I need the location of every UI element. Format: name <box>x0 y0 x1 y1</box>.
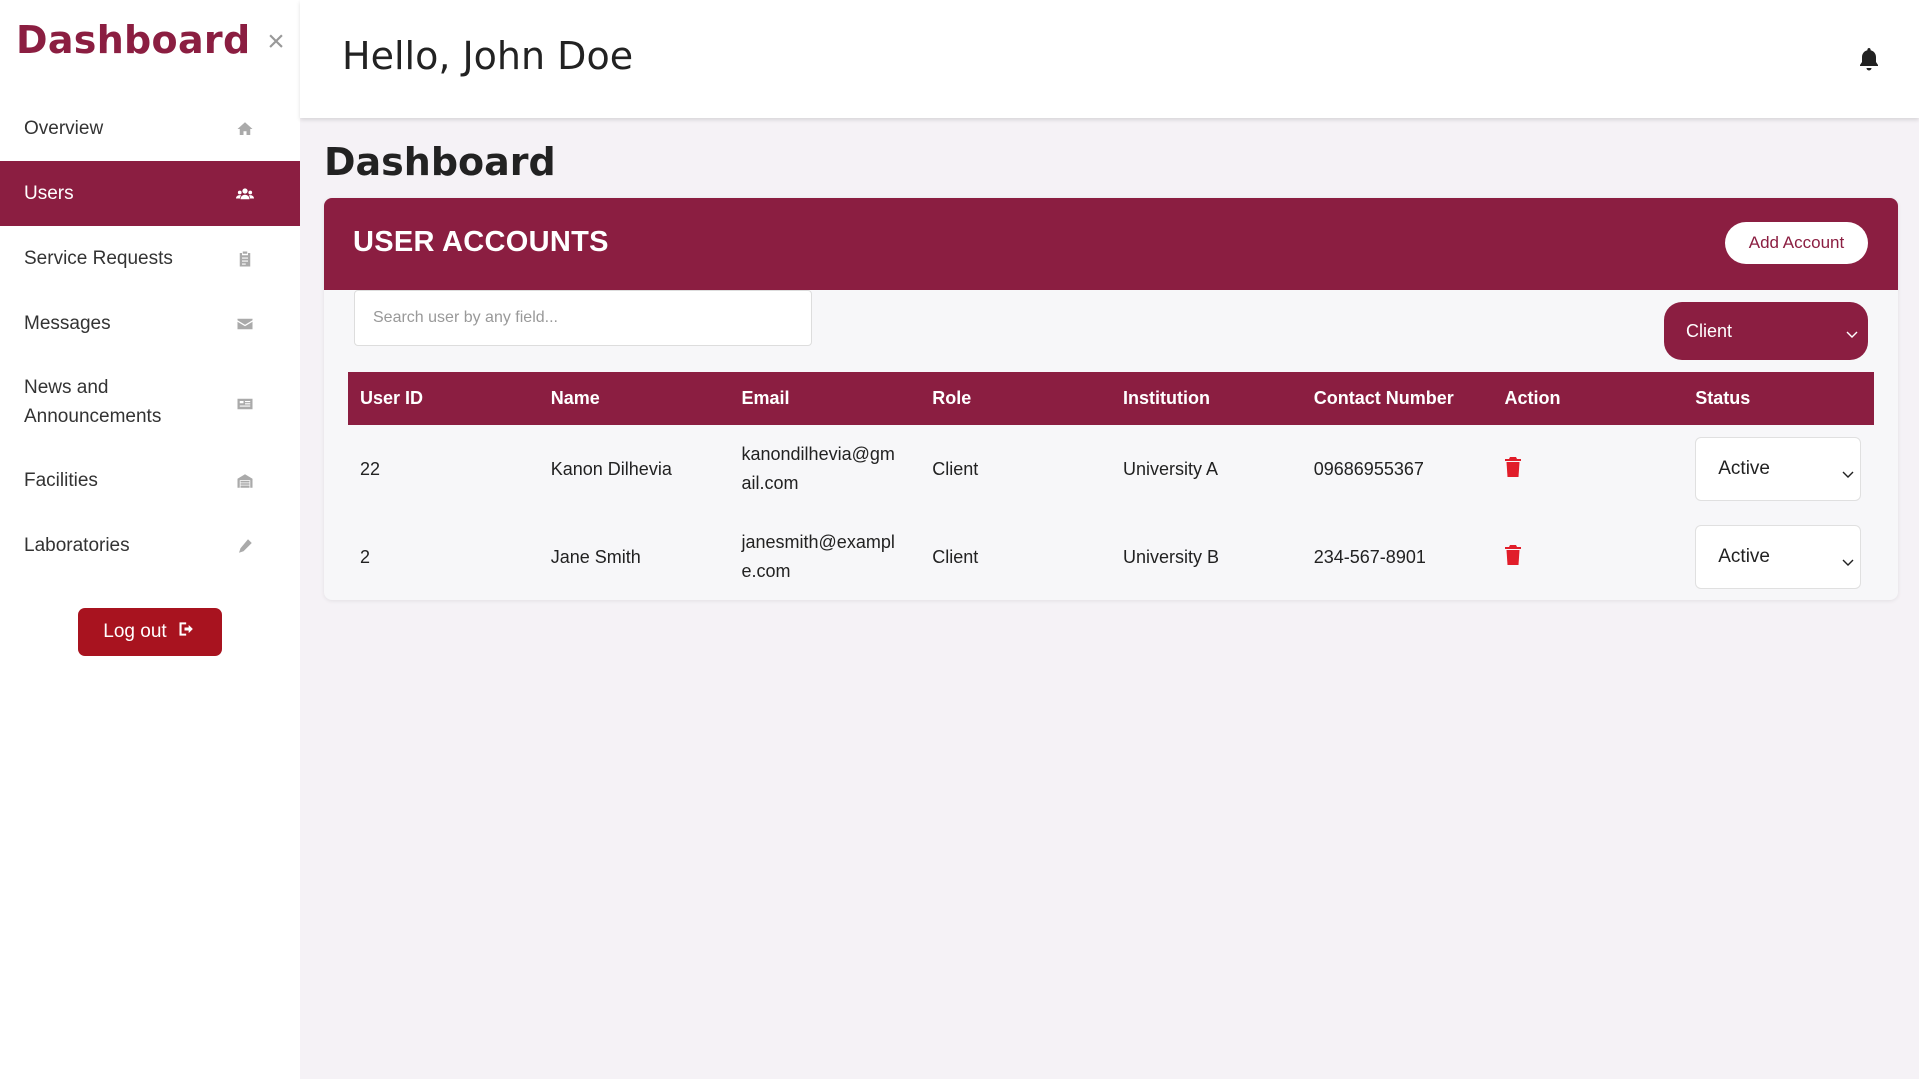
sidebar-item-service-requests[interactable]: Service Requests <box>0 226 300 291</box>
users-table: User ID Name Email Role Institution Cont… <box>348 372 1874 600</box>
status-value: Active <box>1718 546 1770 567</box>
envelope-icon <box>236 315 254 333</box>
pen-icon <box>236 537 254 555</box>
column-header: Status <box>1695 388 1751 408</box>
logout-button[interactable]: Log out <box>78 608 222 656</box>
clipboard-icon <box>236 250 254 268</box>
table-row: 2 Jane Smith janesmith@exampl e.com Clie… <box>348 513 1874 600</box>
column-header: Contact Number <box>1313 388 1454 408</box>
sidebar-item-messages[interactable]: Messages <box>0 291 300 356</box>
bell-icon[interactable] <box>1857 46 1881 72</box>
sidebar-item-label: Facilities <box>24 469 98 491</box>
users-icon <box>236 185 254 203</box>
page-title: Dashboard <box>324 140 556 184</box>
warehouse-icon <box>236 472 254 490</box>
action-cell <box>1493 544 1684 570</box>
user-id-cell: 22 <box>360 458 381 479</box>
user-id-cell: 2 <box>360 546 371 567</box>
sidebar: Dashboard × Overview Users Service Reque… <box>0 0 300 1079</box>
institution-cell: University A <box>1123 458 1219 479</box>
role-cell: Client <box>932 458 979 479</box>
add-account-button[interactable]: Add Account <box>1725 222 1868 264</box>
top-bar: Hello, John Doe <box>300 0 1919 118</box>
user-accounts-card: USER ACCOUNTS Add Account Search user by… <box>324 198 1898 600</box>
sidebar-item-facilities[interactable]: Facilities <box>0 448 300 513</box>
column-header: Institution <box>1123 388 1210 408</box>
column-header: Role <box>932 388 972 408</box>
newspaper-icon <box>236 393 254 411</box>
sidebar-item-label: Users <box>24 182 74 204</box>
sidebar-item-overview[interactable]: Overview <box>0 96 300 161</box>
card-header: USER ACCOUNTS Add Account <box>324 198 1898 290</box>
search-input[interactable]: Search user by any field... <box>354 290 812 346</box>
status-value: Active <box>1718 458 1770 479</box>
card-title: USER ACCOUNTS <box>353 226 609 258</box>
name-cell: Jane Smith <box>550 546 641 567</box>
status-select[interactable]: Active <box>1695 437 1862 501</box>
sidebar-item-label: News and Announcements <box>24 377 162 427</box>
sign-out-icon <box>177 619 197 645</box>
logout-label: Log out <box>103 621 167 642</box>
brand-title: Dashboard <box>16 18 251 62</box>
sidebar-nav: Overview Users Service Requests Messages… <box>0 96 300 578</box>
status-cell: Active <box>1683 525 1874 589</box>
role-cell: Client <box>932 546 979 567</box>
chevron-down-icon <box>1842 464 1854 478</box>
contact-cell: 234-567-8901 <box>1313 546 1426 567</box>
sidebar-item-users[interactable]: Users <box>0 161 300 226</box>
role-filter-select[interactable]: Client <box>1664 302 1868 360</box>
sidebar-item-label: Overview <box>24 117 104 139</box>
email-line: kanondilhevia@gm <box>741 444 895 464</box>
chevron-down-icon <box>1846 324 1858 338</box>
home-icon <box>236 120 254 138</box>
email-line: e.com <box>741 561 791 581</box>
sidebar-item-label: Messages <box>24 312 111 334</box>
trash-icon[interactable] <box>1504 544 1521 565</box>
sidebar-item-news-and-announcements[interactable]: News and Announcements <box>0 356 300 448</box>
status-select[interactable]: Active <box>1695 525 1862 589</box>
email-line: janesmith@exampl <box>741 532 895 552</box>
column-header: User ID <box>360 388 424 408</box>
action-cell <box>1493 456 1684 482</box>
sidebar-item-laboratories[interactable]: Laboratories <box>0 513 300 578</box>
greeting: Hello, John Doe <box>342 34 634 78</box>
sidebar-item-label: Laboratories <box>24 534 130 556</box>
table-row: 22 Kanon Dilhevia kanondilhevia@gm ail.c… <box>348 425 1874 513</box>
close-icon[interactable]: × <box>262 27 290 57</box>
contact-cell: 09686955367 <box>1313 458 1424 479</box>
role-filter-value: Client <box>1686 320 1733 341</box>
column-header: Action <box>1504 388 1561 408</box>
column-header: Email <box>741 388 790 408</box>
email-line: ail.com <box>741 473 799 493</box>
table-header: User ID Name Email Role Institution Cont… <box>348 372 1874 425</box>
status-cell: Active <box>1683 437 1874 501</box>
institution-cell: University B <box>1123 546 1220 567</box>
sidebar-item-label: Service Requests <box>24 247 173 269</box>
column-header: Name <box>550 388 600 408</box>
name-cell: Kanon Dilhevia <box>550 458 672 479</box>
trash-icon[interactable] <box>1504 456 1521 477</box>
email-cell: kanondilhevia@gm ail.com <box>730 440 921 498</box>
email-cell: janesmith@exampl e.com <box>730 528 921 586</box>
search-placeholder: Search user by any field... <box>373 309 558 326</box>
chevron-down-icon <box>1842 552 1854 566</box>
